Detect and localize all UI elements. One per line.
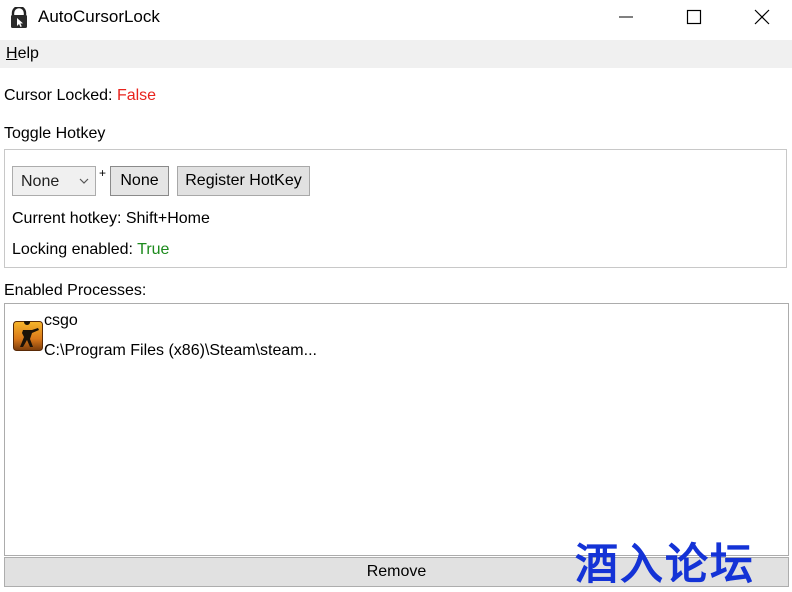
current-hotkey-value: Shift+Home bbox=[125, 210, 210, 227]
maximize-icon bbox=[686, 9, 702, 25]
register-hotkey-button[interactable]: Register HotKey bbox=[177, 166, 310, 196]
current-hotkey-label: Current hotkey: bbox=[12, 210, 122, 227]
locking-enabled-value: True bbox=[137, 241, 170, 258]
modifier-select[interactable]: None bbox=[12, 166, 96, 196]
process-path: C:\Program Files (x86)\Steam\steam... bbox=[44, 342, 317, 359]
process-name: csgo bbox=[44, 312, 78, 329]
minimize-icon bbox=[619, 16, 633, 18]
toggle-hotkey-label: Toggle Hotkey bbox=[4, 125, 106, 142]
cursor-locked-status: Cursor Locked: False bbox=[4, 87, 156, 105]
menu-help-label: elp bbox=[17, 45, 39, 62]
enabled-processes-label: Enabled Processes: bbox=[4, 282, 147, 299]
cursor-locked-label: Cursor Locked: bbox=[4, 87, 113, 104]
close-icon bbox=[754, 9, 770, 25]
app-lock-icon bbox=[11, 7, 27, 28]
watermark-text: 酒入论坛 bbox=[575, 540, 755, 590]
locking-enabled-label: Locking enabled: bbox=[12, 241, 133, 258]
locking-enabled: Locking enabled: True bbox=[12, 241, 169, 259]
title-bar: AutoCursorLock bbox=[0, 0, 792, 36]
minimize-button[interactable] bbox=[592, 0, 660, 34]
menu-bar: Help bbox=[0, 40, 792, 68]
chevron-down-icon bbox=[79, 178, 89, 184]
plus-separator: + bbox=[99, 166, 107, 180]
window-title: AutoCursorLock bbox=[38, 7, 160, 26]
modifier-selected-value: None bbox=[21, 173, 60, 190]
maximize-button[interactable] bbox=[660, 0, 728, 34]
enabled-processes-list[interactable] bbox=[4, 303, 789, 556]
cursor-locked-value: False bbox=[116, 87, 157, 104]
hotkey-key-button[interactable]: None bbox=[110, 166, 169, 196]
current-hotkey: Current hotkey: Shift+Home bbox=[12, 210, 210, 228]
csgo-icon bbox=[13, 321, 43, 351]
close-button[interactable] bbox=[728, 0, 792, 34]
menu-help[interactable]: Help bbox=[6, 45, 39, 63]
menu-help-mnemonic: H bbox=[6, 45, 18, 62]
